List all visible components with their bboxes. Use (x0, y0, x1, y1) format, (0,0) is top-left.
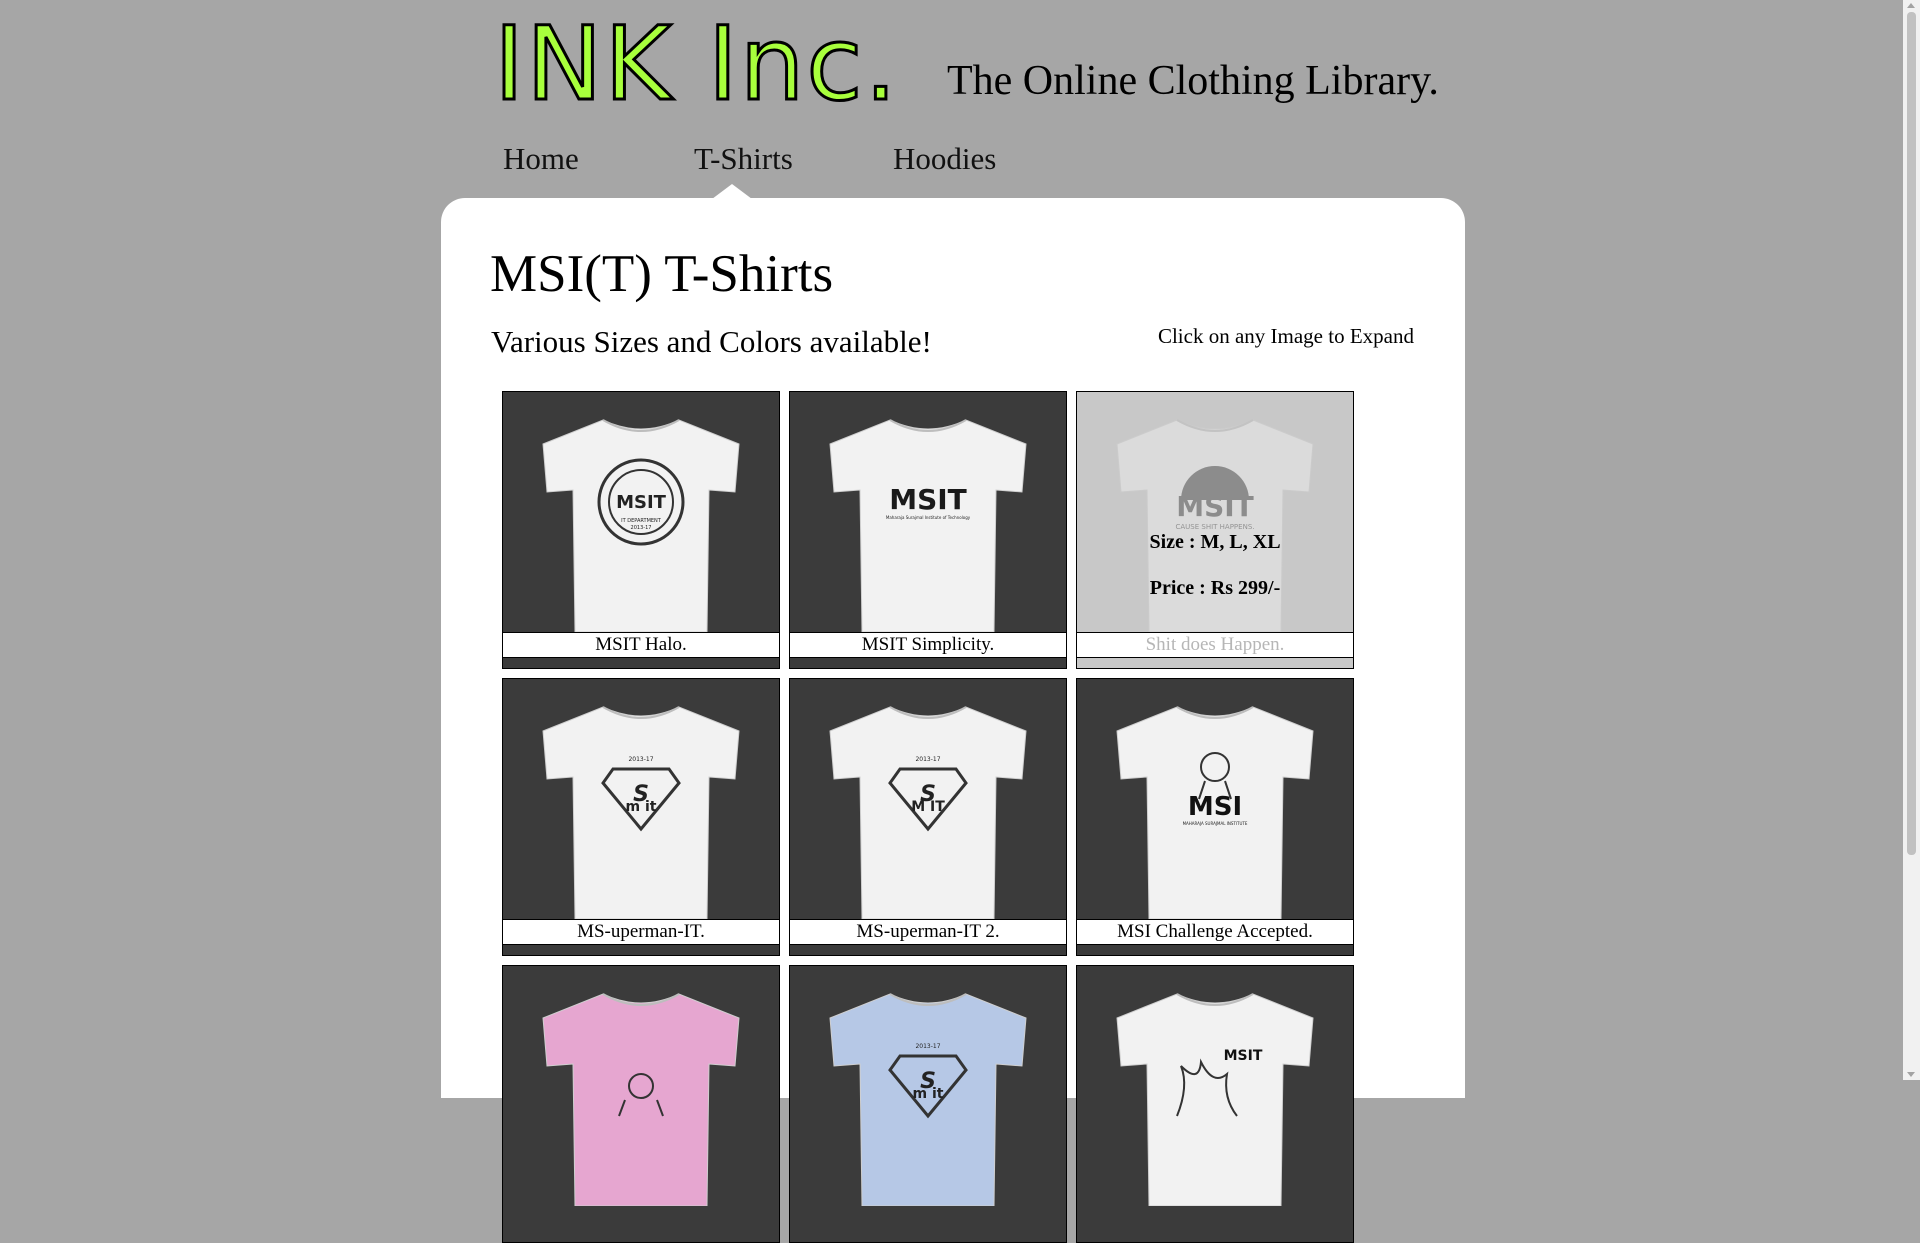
scrollbar-thumb[interactable] (1907, 12, 1916, 855)
product-image[interactable]: MSIT IT DEPARTMENT2013-17 (503, 392, 779, 632)
svg-text:2013-17: 2013-17 (631, 525, 652, 531)
product-image[interactable]: 2013-17Sm it (790, 966, 1066, 1206)
svg-text:2013-17: 2013-17 (915, 1043, 940, 1050)
scroll-down-arrow-icon[interactable] (1907, 1072, 1915, 1077)
svg-text:m it: m it (626, 799, 657, 815)
product-card[interactable]: 2013-17 Sm it MS-uperman-IT. (502, 678, 780, 956)
page-title: MSI(T) T-Shirts (490, 245, 834, 303)
product-image[interactable]: MSIT (1077, 966, 1353, 1206)
product-card[interactable]: MSIT CAUSE SHIT HAPPENS. Size : M, L, XL … (1076, 391, 1354, 669)
product-caption: MS-uperman-IT 2. (790, 919, 1066, 945)
tshirt-graphic: MSIT IT DEPARTMENT2013-17 (542, 419, 740, 632)
svg-text:MSIT: MSIT (1176, 490, 1254, 523)
product-card[interactable]: MSIT Maharaja Surajmal Institute of Techn… (789, 391, 1067, 669)
tshirt-graphic: MSIMAHARAJA SURAJMAL INSTITUTE (1116, 706, 1314, 919)
product-details-overlay: Size : M, L, XL Price : Rs 299/- (1077, 532, 1353, 598)
svg-text:MAHARAJA SURAJMAL INSTITUTE: MAHARAJA SURAJMAL INSTITUTE (1183, 821, 1248, 826)
page-subtitle: Various Sizes and Colors available! (491, 324, 932, 359)
tshirt-graphic: MSIT (1116, 993, 1314, 1206)
tshirt-graphic: MSITCAUSE SHIT HAPPENS. (1116, 419, 1314, 632)
svg-text:MSIT: MSIT (889, 483, 967, 516)
product-caption: Shit does Happen. (1077, 632, 1353, 658)
product-card[interactable]: MSIT IT DEPARTMENT 2013-17 MSIT Halo. (502, 391, 780, 669)
product-image[interactable]: 2013-17Sm it (503, 679, 779, 919)
site-header: INK Inc. The Online Clothing Library. (489, 12, 1439, 128)
svg-text:MSI: MSI (1188, 792, 1242, 822)
product-image[interactable]: MSITMaharaja Surajmal Institute of Techn… (790, 392, 1066, 632)
product-card[interactable]: MSIT (1076, 965, 1354, 1243)
nav-item-hoodies[interactable]: Hoodies (893, 143, 996, 193)
tshirt-graphic: 2013-17Sm it (829, 993, 1027, 1206)
product-image[interactable]: 2013-17SM IT (790, 679, 1066, 919)
product-image[interactable]: MSIMAHARAJA SURAJMAL INSTITUTE (1077, 679, 1353, 919)
product-caption: MSIT Simplicity. (790, 632, 1066, 658)
svg-text:m it: m it (913, 1086, 944, 1102)
scroll-up-arrow-icon[interactable] (1907, 3, 1915, 8)
site-tagline: The Online Clothing Library. (947, 58, 1439, 104)
svg-text:CAUSE SHIT HAPPENS.: CAUSE SHIT HAPPENS. (1176, 523, 1255, 531)
product-size: Size : M, L, XL (1149, 531, 1281, 553)
svg-text:2013-17: 2013-17 (915, 756, 940, 763)
product-caption: MSI Challenge Accepted. (1077, 919, 1353, 945)
tshirt-graphic (542, 993, 740, 1206)
product-caption: MS-uperman-IT. (503, 919, 779, 945)
product-caption: MSIT Halo. (503, 632, 779, 658)
svg-text:2013-17: 2013-17 (628, 756, 653, 763)
svg-text:M IT: M IT (911, 799, 945, 815)
svg-text:MSIT: MSIT (616, 492, 667, 513)
svg-text:MSIT: MSIT (1224, 1048, 1263, 1064)
product-card[interactable] (502, 965, 780, 1243)
product-price: Price : Rs 299/- (1149, 577, 1281, 599)
tshirt-graphic: MSITMaharaja Surajmal Institute of Techn… (829, 419, 1027, 632)
expand-hint: Click on any Image to Expand (1157, 324, 1414, 348)
tshirt-graphic: 2013-17SM IT (829, 706, 1027, 919)
vertical-scrollbar[interactable] (1903, 0, 1920, 1080)
product-gallery: MSIT IT DEPARTMENT 2013-17 MSIT Halo. MSIT… (502, 391, 1354, 1243)
product-card[interactable]: 2013-17 S M IT MS-uperman-IT 2. (789, 678, 1067, 956)
svg-text:Maharaja Surajmal Institute of: Maharaja Surajmal Institute of Technolog… (886, 515, 971, 520)
nav-item-home[interactable]: Home (503, 143, 693, 193)
active-nav-indicator (712, 184, 752, 199)
svg-text:IT DEPARTMENT: IT DEPARTMENT (621, 518, 662, 524)
content-panel: MSI(T) T-Shirts Various Sizes and Colors… (441, 198, 1465, 1243)
tshirt-graphic: 2013-17Sm it (542, 706, 740, 919)
product-image[interactable] (503, 966, 779, 1206)
product-card[interactable]: MSI MAHARAJA SURAJMAL INSTITUTE MSI Chall… (1076, 678, 1354, 956)
product-card[interactable]: 2013-17 Sm it (789, 965, 1067, 1243)
logo[interactable]: INK Inc. (493, 12, 899, 117)
